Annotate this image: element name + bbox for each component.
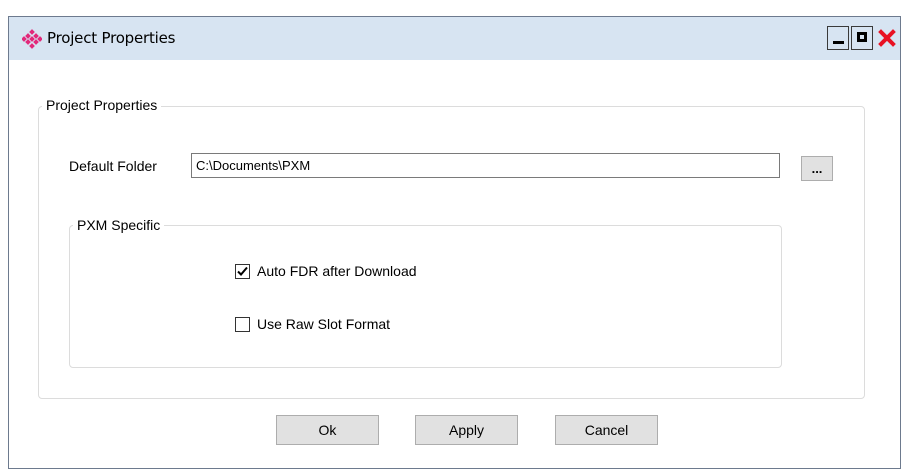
- dialog-body: Project Properties Default Folder ... PX…: [9, 60, 900, 468]
- window-title: Project Properties: [47, 29, 176, 47]
- raw-slot-format-option[interactable]: Use Raw Slot Format: [235, 316, 390, 332]
- auto-fdr-option[interactable]: Auto FDR after Download: [235, 263, 417, 279]
- checkmark-icon: [237, 266, 248, 276]
- maximize-icon: [857, 32, 867, 42]
- pxm-specific-group: [69, 225, 782, 368]
- pxm-specific-legend: PXM Specific: [73, 217, 165, 233]
- project-properties-legend: Project Properties: [42, 97, 162, 113]
- minimize-icon: [833, 41, 844, 44]
- title-bar[interactable]: Project Properties: [9, 17, 900, 60]
- apply-button[interactable]: Apply: [415, 415, 518, 445]
- auto-fdr-checkbox[interactable]: [235, 263, 250, 279]
- raw-slot-format-label: Use Raw Slot Format: [257, 316, 391, 332]
- close-icon: [878, 29, 896, 47]
- maximize-button[interactable]: [851, 26, 873, 50]
- cancel-button[interactable]: Cancel: [555, 415, 658, 445]
- diamond-dots-icon: [22, 29, 42, 49]
- default-folder-label: Default Folder: [69, 158, 157, 174]
- default-folder-input[interactable]: [191, 153, 780, 178]
- ok-button[interactable]: Ok: [276, 415, 379, 445]
- auto-fdr-label: Auto FDR after Download: [257, 263, 417, 279]
- raw-slot-format-checkbox[interactable]: [235, 316, 250, 332]
- project-properties-window: Project Properties Project Properties De…: [8, 16, 901, 469]
- close-button[interactable]: [875, 26, 899, 50]
- minimize-button[interactable]: [827, 26, 849, 50]
- browse-folder-button[interactable]: ...: [801, 156, 833, 181]
